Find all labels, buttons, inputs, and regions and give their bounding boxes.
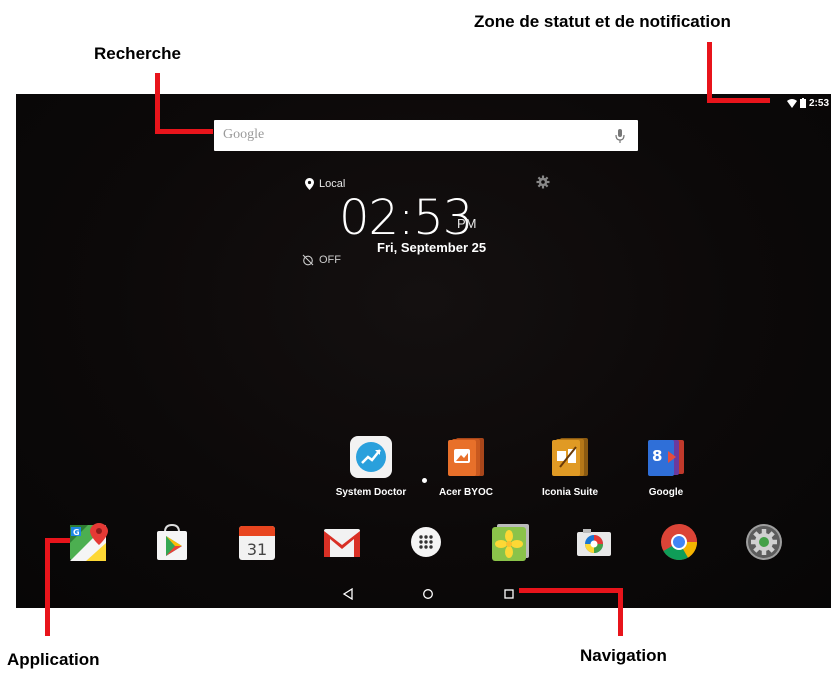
home-button[interactable]	[422, 588, 434, 600]
mic-icon[interactable]	[614, 127, 626, 145]
iconia-suite-icon	[552, 438, 588, 476]
app-iconia-suite[interactable]: Iconia Suite	[525, 435, 615, 498]
calendar-day: 31	[247, 540, 267, 559]
application-leader-vertical	[45, 538, 50, 636]
callout-search: Recherche	[94, 44, 181, 63]
alarm-status[interactable]: OFF	[302, 254, 341, 266]
app-label: Google	[648, 487, 684, 498]
location-pin-icon	[305, 178, 314, 190]
app-label: System Doctor	[335, 487, 407, 498]
navigation-leader-horizontal	[519, 588, 623, 593]
app-label: Acer BYOC	[439, 487, 493, 498]
acer-byoc-icon	[448, 438, 484, 476]
alarm-label: OFF	[319, 254, 341, 266]
play-store-icon[interactable]	[151, 521, 193, 563]
app-system-doctor[interactable]: System Doctor	[326, 435, 416, 498]
app-drawer-icon[interactable]	[405, 521, 447, 563]
svg-text:8: 8	[652, 447, 662, 465]
callout-status-zone: Zone de statut et de notification	[474, 12, 731, 31]
clock-location[interactable]: Local	[305, 178, 345, 190]
calendar-icon[interactable]: 31	[236, 521, 278, 563]
back-button[interactable]	[342, 588, 354, 600]
battery-icon	[799, 98, 806, 108]
app-acer-byoc[interactable]: Acer BYOC	[421, 435, 511, 498]
clock-time[interactable]: 02:53	[339, 190, 473, 246]
search-placeholder: Google	[223, 127, 265, 142]
recent-apps-button[interactable]	[503, 588, 515, 600]
page-indicator-dot	[422, 478, 427, 483]
maps-icon[interactable]: G	[68, 521, 110, 563]
navigation-leader-vertical	[618, 588, 623, 636]
svg-text:G: G	[73, 528, 80, 537]
settings-icon[interactable]	[743, 521, 785, 563]
status-bar[interactable]: 2:53	[786, 96, 831, 110]
status-leader-horizontal	[707, 98, 770, 103]
search-leader-vertical	[155, 73, 160, 134]
callout-application: Application	[7, 650, 100, 669]
camera-icon[interactable]	[573, 521, 615, 563]
alarm-off-icon	[302, 254, 314, 266]
clock-date: Fri, September 25	[377, 240, 487, 255]
status-time: 2:53	[808, 97, 829, 109]
wifi-icon	[786, 98, 797, 108]
app-google-folder[interactable]: 8 Google	[621, 435, 711, 498]
tablet-home-screen: 2:53 Google Local 02:53 PM Fri, Septembe…	[16, 94, 831, 608]
app-label: Iconia Suite	[541, 487, 599, 498]
clock-settings-gear-icon[interactable]	[536, 175, 550, 189]
chrome-icon[interactable]	[658, 521, 700, 563]
gmail-icon[interactable]	[321, 521, 363, 563]
search-leader-horizontal	[155, 129, 213, 134]
callout-navigation: Navigation	[580, 646, 667, 665]
google-search-bar[interactable]: Google	[214, 120, 638, 151]
system-doctor-icon	[350, 436, 392, 478]
clock-ampm: PM	[457, 216, 477, 231]
photos-icon[interactable]	[489, 521, 531, 563]
status-leader-vertical	[707, 42, 712, 103]
location-label: Local	[319, 178, 346, 190]
google-folder-icon: 8	[648, 440, 684, 476]
